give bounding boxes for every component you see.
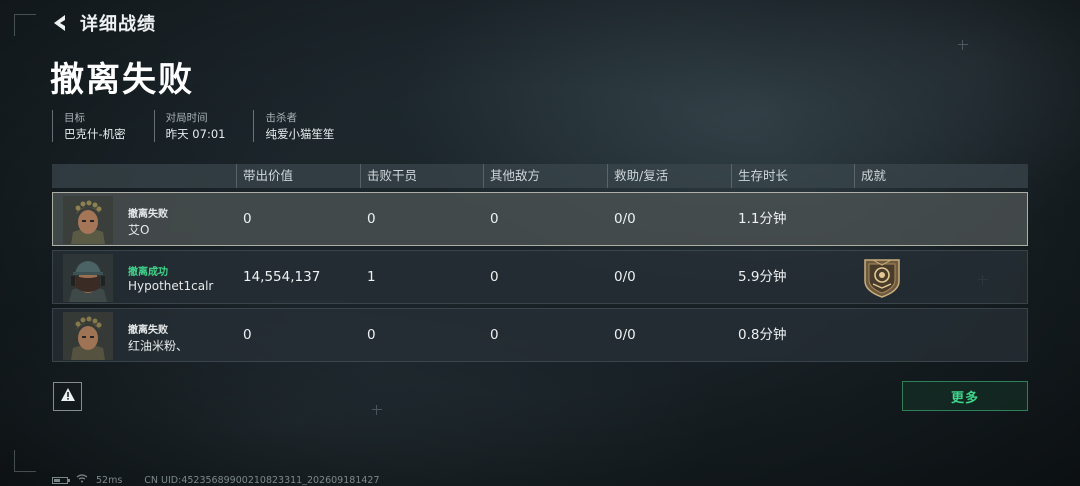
match-meta: 目标 巴克什-机密 对局时间 昨天 07:01 击杀者 纯爱小猫笙笙: [52, 110, 362, 142]
back-button[interactable]: 详细战绩: [50, 10, 156, 36]
player-name: 红油米粉、: [128, 339, 189, 353]
operator-avatar: [63, 196, 113, 244]
extraction-status: 撤离失败: [128, 325, 168, 336]
crosshair-mark: [372, 405, 382, 415]
meta-value: 纯爱小猫笙笙: [265, 127, 335, 141]
cell-kills: 0: [367, 211, 376, 227]
frame-corner-bottom-left: [14, 450, 36, 472]
column-header-achievement: 成就: [854, 164, 1028, 188]
back-arrow-icon: [50, 12, 70, 34]
cell-value: 0: [243, 327, 252, 343]
cell-kills: 0: [367, 327, 376, 343]
meta-value: 巴克什-机密: [64, 127, 126, 141]
meta-killer: 击杀者 纯爱小猫笙笙: [253, 110, 334, 142]
meta-time: 对局时间 昨天 07:01: [153, 110, 226, 142]
meta-target: 目标 巴克什-机密: [52, 110, 126, 142]
ping-readout: 52ms: [96, 474, 123, 486]
wifi-icon: [76, 474, 88, 486]
table-row[interactable]: 撤离失败 艾O 0 0 0 0/0 1.1分钟: [52, 192, 1028, 246]
cell-value: 0: [243, 211, 252, 227]
extraction-status: 撤离成功: [128, 267, 168, 278]
page-title: 撤离失败: [50, 60, 194, 100]
crosshair-mark: [958, 40, 968, 50]
operator-avatar: [63, 254, 113, 302]
cell-others: 0: [490, 327, 499, 343]
column-header-others: 其他敌方: [483, 164, 605, 188]
uid-readout: CN UID:45235689900210823311_202609181427: [144, 474, 380, 486]
extraction-status: 撤离失败: [128, 209, 168, 220]
cell-survival: 0.8分钟: [738, 327, 787, 343]
cell-kills: 1: [367, 269, 376, 285]
table-row[interactable]: 撤离成功 Hypothet1calr 14,554,137 1 0 0/0 5.…: [52, 250, 1028, 304]
operator-avatar: [63, 312, 113, 360]
squad-stats-table: 带出价值 击败干员 其他敌方 救助/复活 生存时长 成就 撤离失败 艾O 0 0…: [52, 164, 1028, 362]
more-button[interactable]: 更多: [902, 381, 1028, 411]
column-header-value: 带出价值: [236, 164, 358, 188]
cell-assist: 0/0: [614, 327, 636, 343]
report-button[interactable]: [53, 382, 82, 411]
cell-assist: 0/0: [614, 211, 636, 227]
cell-others: 0: [490, 211, 499, 227]
meta-label: 击杀者: [265, 112, 297, 124]
table-row[interactable]: 撤离失败 红油米粉、 0 0 0 0/0 0.8分钟: [52, 308, 1028, 362]
frame-corner-top-left: [14, 14, 36, 36]
battery-icon: [52, 476, 70, 484]
cell-assist: 0/0: [614, 269, 636, 285]
cell-value: 14,554,137: [243, 269, 321, 285]
player-name: Hypothet1calr: [128, 279, 214, 293]
cell-others: 0: [490, 269, 499, 285]
medal-icon[interactable]: [861, 257, 903, 299]
player-name: 艾O: [128, 223, 150, 237]
cell-survival: 1.1分钟: [738, 211, 787, 227]
table-header: 带出价值 击败干员 其他敌方 救助/复活 生存时长 成就: [52, 164, 1028, 188]
column-header-kills: 击败干员: [360, 164, 482, 188]
back-title: 详细战绩: [80, 14, 156, 35]
column-header-survival: 生存时长: [731, 164, 853, 188]
warning-icon: [60, 387, 76, 406]
meta-value: 昨天 07:01: [165, 127, 226, 141]
meta-label: 对局时间: [165, 112, 208, 124]
cell-survival: 5.9分钟: [738, 269, 787, 285]
device-status-bar: 52ms CN UID:45235689900210823311_2026091…: [52, 474, 380, 486]
meta-label: 目标: [64, 112, 85, 124]
column-header-assist: 救助/复活: [607, 164, 729, 188]
